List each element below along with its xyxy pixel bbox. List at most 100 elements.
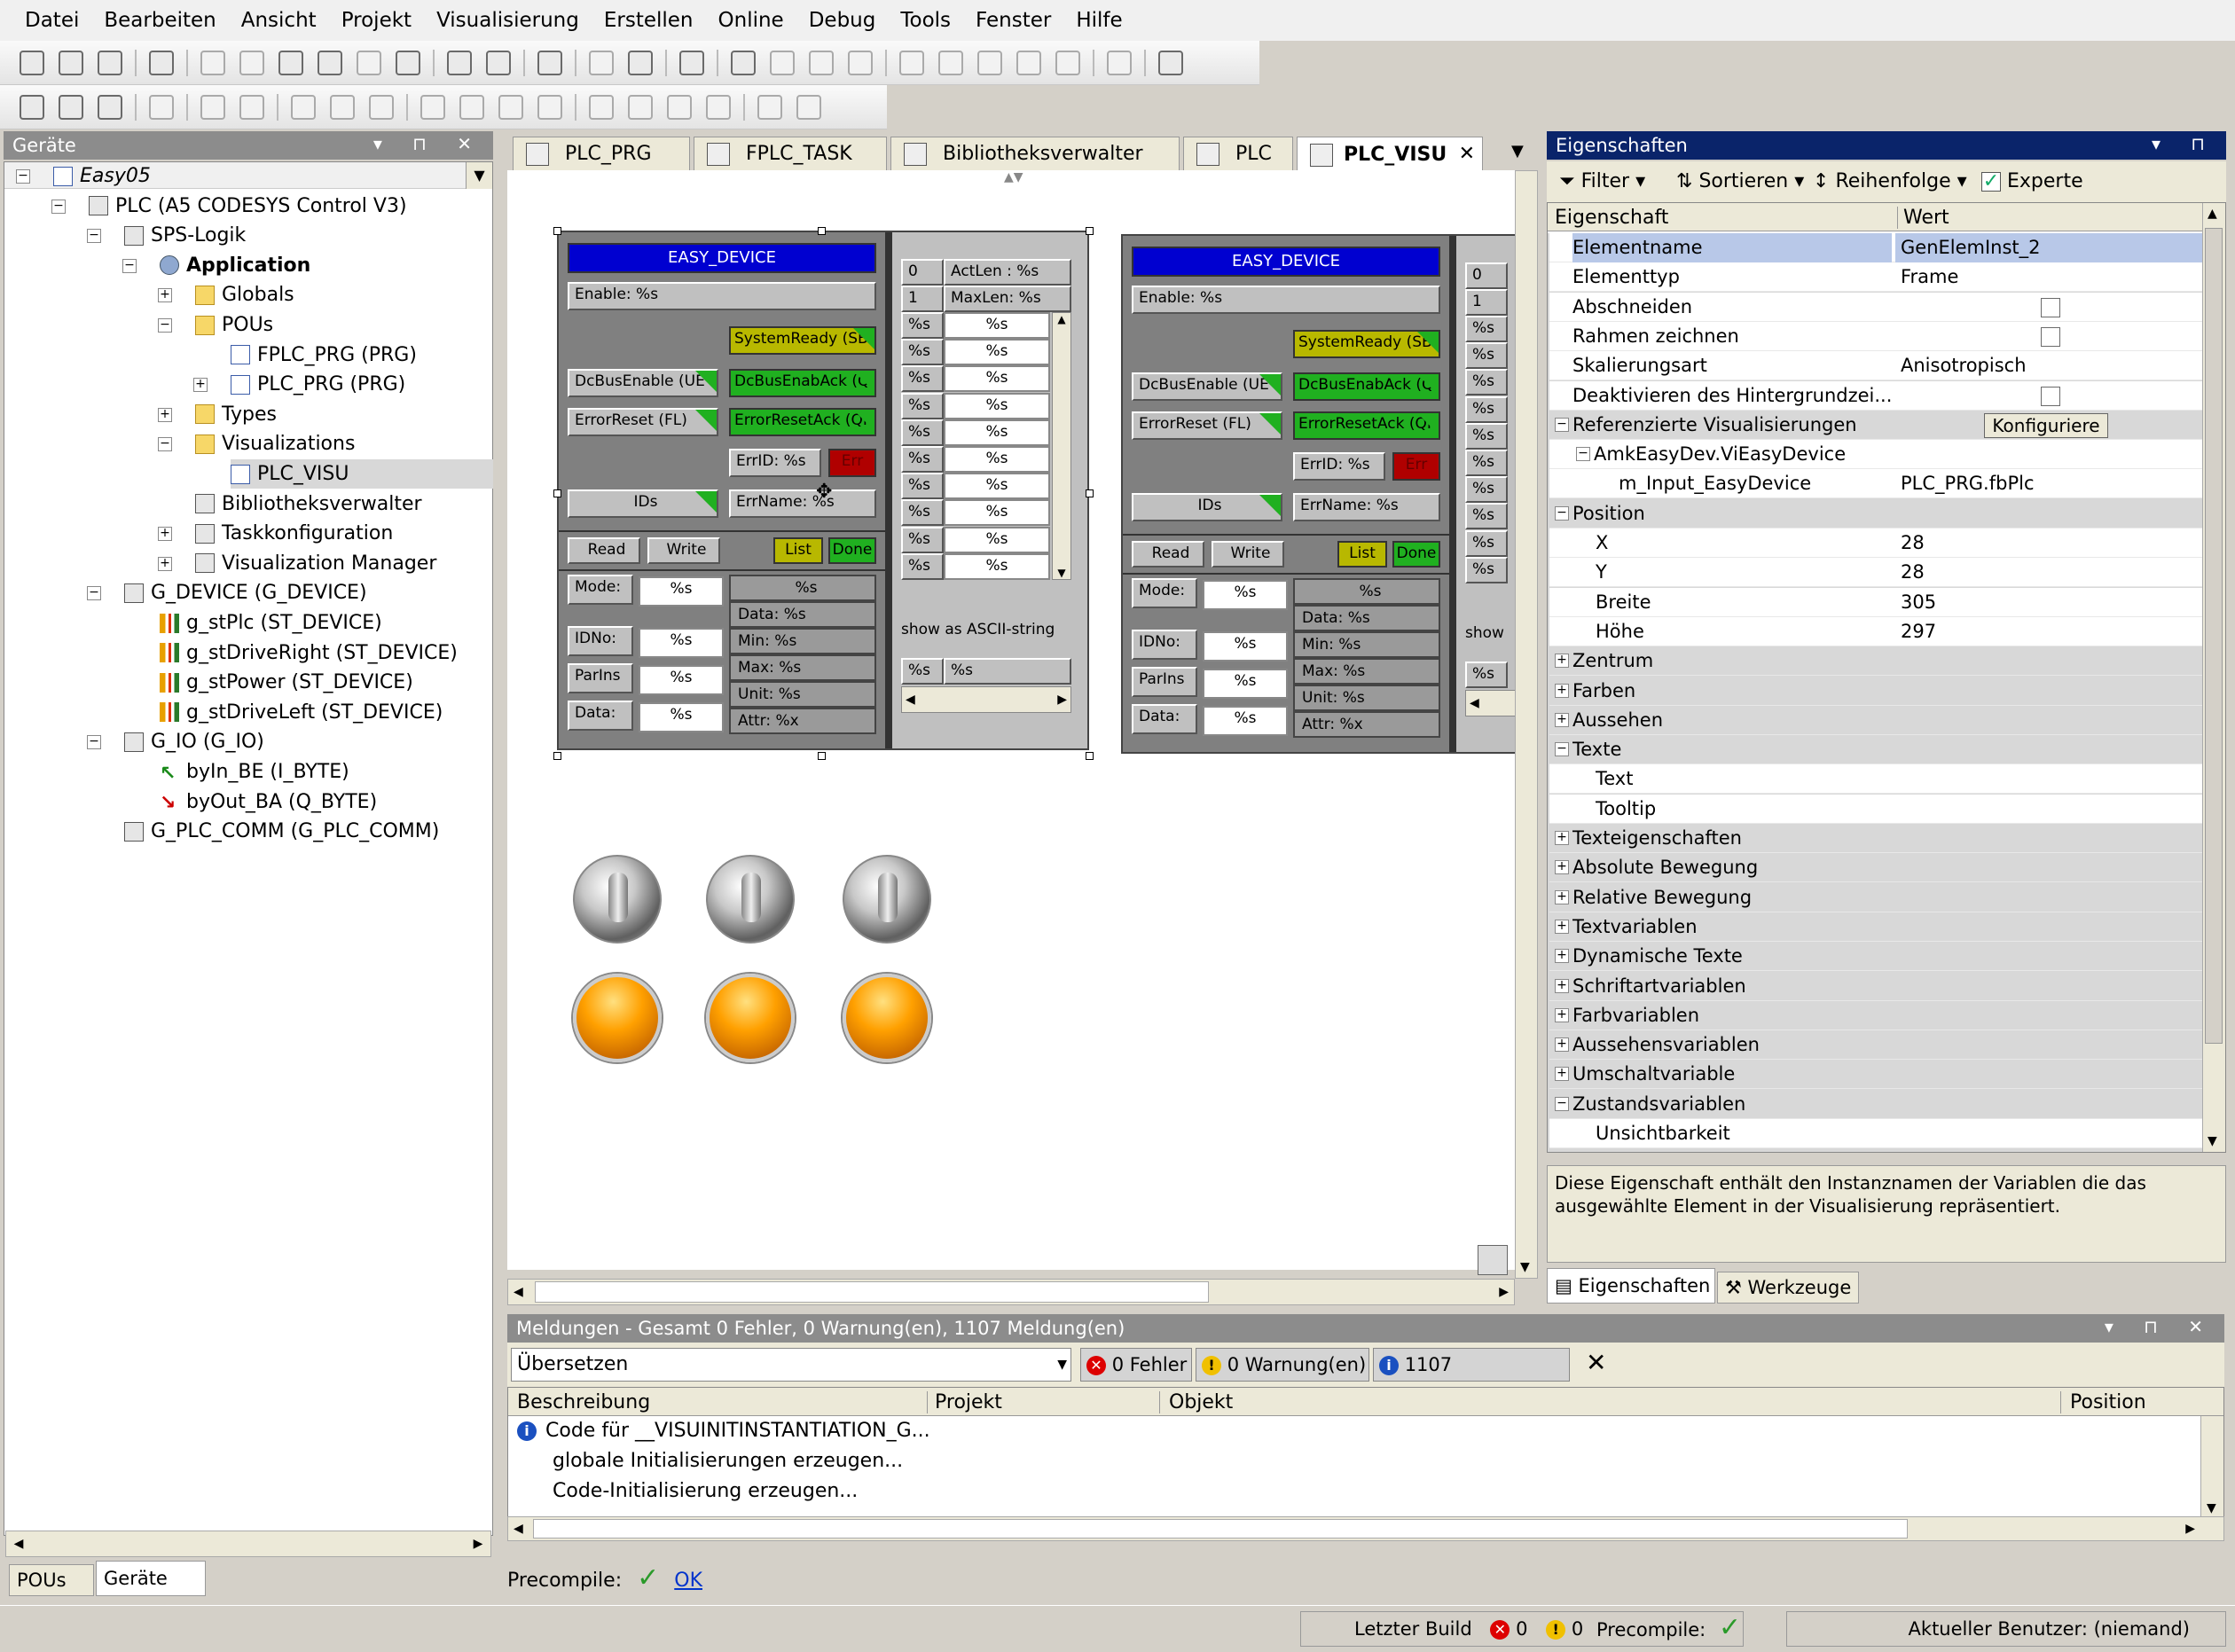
data-value[interactable]: %s — [1203, 706, 1288, 736]
menu-projekt[interactable]: Projekt — [341, 9, 412, 32]
ascii-hscrollbar[interactable]: ◀ ▶ — [901, 686, 1071, 713]
messages-header-buttons[interactable]: ▾ ⊓ ✕ — [2105, 1316, 2215, 1337]
property-row[interactable]: Tooltip — [1549, 794, 2209, 824]
idno-value[interactable]: %s — [1203, 631, 1288, 662]
stop-icon[interactable] — [848, 50, 873, 75]
property-row[interactable]: + Texteigenschaften — [1549, 824, 2209, 853]
selection-handle[interactable] — [553, 227, 561, 235]
property-value[interactable]: 28 — [1895, 558, 2206, 587]
dc-bus-enable-button[interactable]: DcBusEnable (UE — [568, 369, 718, 397]
menu-datei[interactable]: Datei — [25, 9, 79, 32]
tree-node[interactable]: Types — [195, 400, 277, 429]
step-out-icon[interactable] — [977, 50, 1002, 75]
backward-icon[interactable] — [706, 94, 731, 120]
tree-expander[interactable]: − — [158, 437, 172, 452]
list-value-cell[interactable]: %s — [944, 526, 1050, 553]
property-expander[interactable]: − — [1555, 505, 1569, 521]
align-middle-icon[interactable] — [459, 94, 484, 120]
canvas-vscrollbar[interactable]: ▼ — [1515, 170, 1538, 1279]
menu-debug[interactable]: Debug — [809, 9, 876, 32]
property-row[interactable]: − Position — [1549, 498, 2209, 528]
property-value[interactable]: PLC_PRG.fbPlc — [1895, 469, 2206, 498]
infos-filter-button[interactable]: i 1107 Meldung(en) — [1373, 1348, 1570, 1407]
property-vscrollbar[interactable]: ▲ ▼ — [2202, 203, 2225, 1152]
login-icon[interactable] — [731, 50, 756, 75]
toggle-switch-2[interactable] — [706, 855, 795, 943]
property-checkbox[interactable] — [2041, 386, 2060, 406]
menu-ansicht[interactable]: Ansicht — [241, 9, 317, 32]
message-row[interactable]: globale Initialisierungen erzeugen... — [553, 1446, 2220, 1476]
print-icon[interactable] — [149, 50, 174, 75]
property-value[interactable] — [1895, 677, 2206, 706]
configure-button[interactable]: Konfiguriere — [1984, 412, 2108, 438]
visu-ungroup-icon[interactable] — [239, 94, 264, 120]
property-value[interactable] — [1895, 1001, 2206, 1030]
breakpoint-icon[interactable] — [1055, 50, 1080, 75]
property-row[interactable]: + Zentrum — [1549, 646, 2209, 677]
tab-plc-prg[interactable]: PLC_PRG — [513, 137, 690, 170]
property-value[interactable] — [1895, 795, 2206, 824]
property-row[interactable]: + Umschaltvariable — [1549, 1060, 2209, 1090]
property-row[interactable]: + Textvariablen — [1549, 912, 2209, 942]
tree-node[interactable]: Visualization Manager — [195, 549, 436, 578]
property-value[interactable] — [1895, 440, 2206, 469]
property-value[interactable] — [1895, 499, 2206, 528]
property-expander[interactable]: − — [1555, 742, 1569, 757]
toolbox-icon[interactable] — [1478, 1245, 1508, 1275]
property-expander[interactable]: + — [1555, 889, 1569, 904]
menu-bearbeiten[interactable]: Bearbeiten — [104, 9, 216, 32]
property-expander[interactable]: − — [1576, 447, 1590, 462]
tree-expander[interactable]: + — [158, 288, 172, 303]
visu-select-icon[interactable] — [20, 94, 44, 120]
message-row[interactable]: i Code für __VISUINITINSTANTIATION_G... — [508, 1416, 2223, 1446]
property-row[interactable]: Abschneiden — [1549, 292, 2209, 322]
idno-value[interactable]: %s — [639, 628, 724, 658]
tab-plc[interactable]: PLC — [1183, 137, 1293, 170]
properties-header-buttons[interactable]: ▾ ⊓ — [2152, 133, 2217, 154]
easy-device-frame-2[interactable]: EASY_DEVICE Enable: %s SystemReady (SB D… — [1121, 234, 1515, 754]
tab-geraete[interactable]: Geräte — [96, 1561, 206, 1596]
open-icon[interactable] — [59, 50, 83, 75]
property-value[interactable] — [1895, 735, 2206, 764]
selection-handle[interactable] — [553, 489, 561, 497]
delete-icon[interactable] — [396, 50, 420, 75]
warnings-filter-button[interactable]: ! 0 Warnung(en) — [1196, 1348, 1369, 1382]
property-value[interactable] — [1895, 1090, 2206, 1119]
tab-plc-visu[interactable]: PLC_VISU ✕ — [1297, 137, 1483, 172]
sort-button[interactable]: ⇅ Sortieren ▾ — [1676, 170, 1804, 192]
tree-node[interactable]: PLC_VISU — [231, 459, 493, 489]
tree-expander[interactable]: + — [193, 378, 208, 393]
tab-pous[interactable]: POUs — [9, 1564, 94, 1596]
list-value-cell[interactable]: %s — [944, 446, 1050, 473]
write-button[interactable]: Write — [647, 537, 720, 564]
tree-expander[interactable]: − — [122, 258, 137, 273]
list-value-cell[interactable]: %s — [944, 339, 1050, 366]
cut-icon[interactable] — [278, 50, 303, 75]
property-value[interactable]: 297 — [1895, 617, 2206, 646]
tree-expander[interactable]: + — [158, 407, 172, 422]
build-icon[interactable] — [679, 50, 704, 75]
list-value-cell[interactable]: %s — [944, 499, 1050, 527]
property-value[interactable] — [1895, 972, 2206, 1001]
property-value[interactable] — [1895, 1030, 2206, 1060]
copy-icon[interactable] — [318, 50, 342, 75]
save-icon[interactable] — [98, 50, 122, 75]
toggle-switch-3[interactable] — [843, 855, 931, 943]
tree-node[interactable]: g_stPower (ST_DEVICE) — [160, 668, 413, 697]
visu-editor-canvas[interactable]: ▲▼ EASY_DEVICE Enable: %s SystemReady (S… — [507, 170, 1515, 1270]
parins-value[interactable]: %s — [1203, 669, 1288, 699]
property-row[interactable]: + Farben — [1549, 676, 2209, 706]
col-value[interactable]: Wert — [1897, 207, 1949, 229]
tree-node[interactable]: G_PLC_COMM (G_PLC_COMM) — [124, 817, 439, 846]
property-row[interactable]: Rahmen zeichnen — [1549, 321, 2209, 351]
property-row[interactable]: Unsichtbarkeit — [1549, 1119, 2209, 1148]
tabs-dropdown-icon[interactable]: ▼ — [1511, 142, 1524, 161]
tree-dropdown-button[interactable]: ▼ — [466, 162, 492, 189]
property-expander[interactable]: − — [1555, 1096, 1569, 1111]
enable-field[interactable]: Enable: %s — [1132, 286, 1440, 314]
property-value[interactable] — [1895, 942, 2206, 971]
property-expander[interactable]: + — [1555, 712, 1569, 727]
property-expander[interactable]: + — [1555, 1067, 1569, 1082]
errors-filter-button[interactable]: ✕ 0 Fehler — [1080, 1348, 1192, 1382]
property-row[interactable]: + Relative Bewegung — [1549, 882, 2209, 912]
